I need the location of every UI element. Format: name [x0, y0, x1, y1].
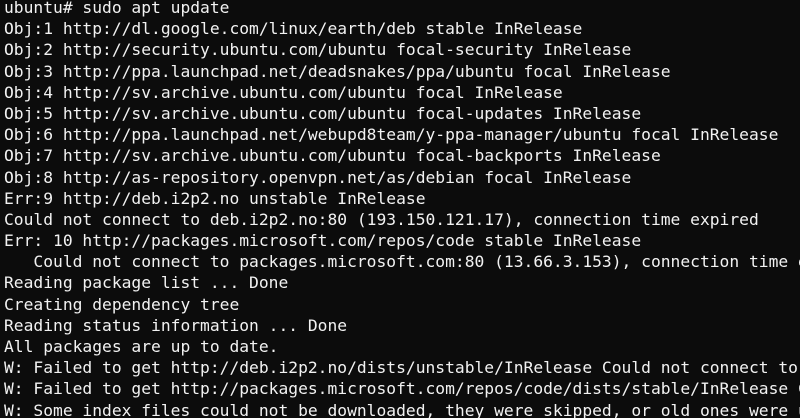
terminal-line: Obj:5 http://sv.archive.ubuntu.com/ubunt… [4, 103, 642, 123]
terminal-line-error: Could not connect to packages.microsoft.… [4, 252, 800, 272]
terminal-line: Obj:4 http://sv.archive.ubuntu.com/ubunt… [4, 82, 563, 102]
terminal-line-error: Err: 10 http://packages.microsoft.com/re… [4, 231, 642, 251]
terminal-line-warning: W: Some index files could not be downloa… [4, 400, 800, 418]
terminal-window[interactable]: ubuntu# sudo apt update Obj:1 http://dl.… [0, 0, 800, 418]
terminal-line: Obj:2 http://security.ubuntu.com/ubuntu … [4, 40, 632, 60]
terminal-line: Reading status information ... Done [4, 315, 348, 335]
terminal-line: Obj:8 http://as-repository.openvpn.net/a… [4, 167, 632, 187]
terminal-line: Reading package list ... Done [4, 273, 289, 293]
terminal-line: Obj:3 http://ppa.launchpad.net/deadsnake… [4, 61, 671, 81]
terminal-line: Creating dependency tree [4, 294, 240, 314]
terminal-line: Obj:1 http://dl.google.com/linux/earth/d… [4, 19, 583, 39]
terminal-line: Obj:7 http://sv.archive.ubuntu.com/ubunt… [4, 146, 661, 166]
terminal-line-error: Could not connect to deb.i2p2.no:80 (193… [4, 209, 759, 229]
terminal-line-warning: W: Failed to get http://packages.microso… [4, 379, 800, 399]
terminal-line-error: Err:9 http://deb.i2p2.no unstable InRele… [4, 188, 426, 208]
terminal-line-prompt: ubuntu# sudo apt update [4, 0, 230, 17]
terminal-line-warning: W: Failed to get http://deb.i2p2.no/dist… [4, 358, 798, 378]
terminal-line: Obj:6 http://ppa.launchpad.net/webupd8te… [4, 125, 779, 145]
terminal-output: ubuntu# sudo apt update Obj:1 http://dl.… [4, 0, 800, 418]
terminal-line: All packages are up to date. [4, 337, 279, 356]
